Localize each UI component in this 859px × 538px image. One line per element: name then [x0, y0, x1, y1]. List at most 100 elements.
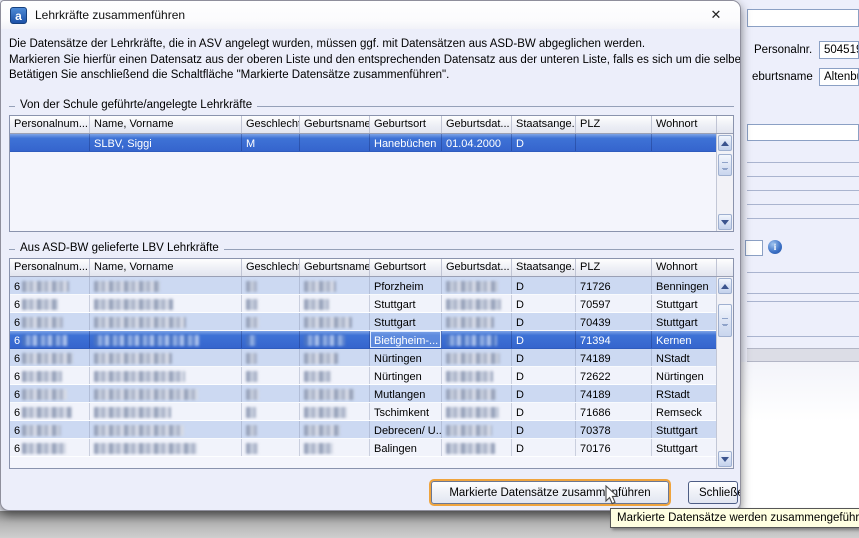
personalnr-field[interactable]: 504519: [819, 41, 859, 59]
form-divider: [747, 301, 859, 302]
column-header[interactable]: PLZ: [576, 116, 652, 133]
table-cell: D: [512, 295, 576, 312]
close-icon[interactable]: ✕: [707, 6, 725, 24]
column-header[interactable]: Staatsange...: [512, 259, 576, 276]
group-asdbw-teachers: Aus ASD-BW gelieferte LBV Lehrkräfte: [9, 243, 734, 255]
table-cell: [442, 385, 512, 402]
redacted-value: [22, 389, 67, 400]
column-header[interactable]: Geschlecht: [242, 116, 300, 133]
scroll-down-icon[interactable]: [718, 214, 732, 230]
table-cell: 71394: [576, 331, 652, 348]
table-row[interactable]: 6Debrecen/ U...D70378Stuttgart: [10, 421, 733, 439]
table-cell: [300, 331, 370, 348]
column-header[interactable]: Geburtsort: [370, 116, 442, 133]
background-input[interactable]: [747, 124, 859, 141]
background-checkbox[interactable]: [745, 240, 763, 256]
scrollbar[interactable]: [716, 134, 733, 231]
table-cell: 6: [10, 331, 90, 348]
geburtsname-field[interactable]: Altenbu: [819, 68, 859, 86]
table-cell: [10, 134, 90, 151]
table-cell: [442, 295, 512, 312]
table-cell: 6: [10, 367, 90, 384]
redacted-value: [22, 353, 73, 364]
merge-records-button[interactable]: Markierte Datensätze zusammenführen: [431, 481, 669, 504]
redacted-value: [304, 443, 333, 454]
redacted-value: [304, 389, 354, 400]
form-divider: [747, 176, 859, 177]
table-row[interactable]: SLBV, SiggiMHanebüchen01.04.2000D: [10, 134, 733, 152]
column-header[interactable]: Name, Vorname: [90, 116, 242, 133]
redacted-value: [446, 443, 495, 454]
table-cell: [90, 349, 242, 366]
table-row[interactable]: 6TschimkentD71686Remseck: [10, 403, 733, 421]
table-cell: [90, 331, 242, 348]
redacted-value: [22, 371, 62, 382]
background-input[interactable]: [747, 9, 859, 27]
dialog-titlebar[interactable]: a Lehrkräfte zusammenführen ✕: [1, 1, 740, 29]
table-cell: [90, 421, 242, 438]
table-cell: [90, 367, 242, 384]
redacted-value: [246, 281, 257, 292]
table-cell: [242, 403, 300, 420]
redacted-value: [246, 407, 256, 418]
redacted-value: [246, 389, 259, 400]
table-cell: [442, 439, 512, 456]
redacted-value: [94, 371, 185, 382]
asdbw-teachers-table: Personalnum...Name, VornameGeschlechtGeb…: [9, 258, 734, 469]
table-cell: [442, 403, 512, 420]
table-cell: Stuttgart: [370, 295, 442, 312]
info-icon[interactable]: i: [768, 240, 782, 254]
redacted-value: [446, 407, 499, 418]
table-cell: [442, 277, 512, 294]
column-header[interactable]: Geburtsort: [370, 259, 442, 276]
table-cell: Pforzheim: [370, 277, 442, 294]
scrollbar-thumb[interactable]: [718, 154, 732, 176]
table-cell: 6: [10, 403, 90, 420]
redacted-value: [446, 299, 501, 310]
table-row[interactable]: 6StuttgartD70439Stuttgart: [10, 313, 733, 331]
redacted-value: [246, 425, 257, 436]
column-header[interactable]: PLZ: [576, 259, 652, 276]
redacted-value: [94, 335, 199, 346]
table-cell: 72622: [576, 367, 652, 384]
table-cell: [242, 277, 300, 294]
table-cell: D: [512, 421, 576, 438]
table-cell: Kernen: [652, 331, 717, 348]
table-row[interactable]: 6BalingenD70176Stuttgart: [10, 439, 733, 457]
table-cell: D: [512, 385, 576, 402]
table-row[interactable]: 6MutlangenD74189RStadt: [10, 385, 733, 403]
table-cell: D: [512, 134, 576, 151]
column-header[interactable]: Staatsange...: [512, 116, 576, 133]
table-row[interactable]: 6StuttgartD70597Stuttgart: [10, 295, 733, 313]
column-header[interactable]: Wohnort: [652, 259, 717, 276]
column-header[interactable]: Name, Vorname: [90, 259, 242, 276]
table-cell: 01.04.2000: [442, 134, 512, 151]
table-cell: [300, 367, 370, 384]
scrollbar[interactable]: [716, 277, 733, 468]
scrollbar-thumb[interactable]: [718, 304, 732, 337]
table-cell: RStadt: [652, 385, 717, 402]
column-header[interactable]: Personalnum...: [10, 116, 90, 133]
table-row[interactable]: 6PforzheimD71726Benningen: [10, 277, 733, 295]
table-row[interactable]: 6NürtingenD72622Nürtingen: [10, 367, 733, 385]
column-header[interactable]: Personalnum...: [10, 259, 90, 276]
redacted-value: [94, 281, 160, 292]
column-header[interactable]: Geburtsdat...: [442, 116, 512, 133]
column-header[interactable]: Wohnort: [652, 116, 717, 133]
table-row[interactable]: 6Bietigheim-...D71394Kernen: [10, 331, 733, 349]
group-label: Aus ASD-BW gelieferte LBV Lehrkräfte: [20, 242, 219, 254]
column-header[interactable]: Geburtsname: [300, 259, 370, 276]
redacted-value: [22, 443, 66, 454]
redacted-value: [22, 317, 63, 328]
column-header[interactable]: Geschlecht: [242, 259, 300, 276]
scroll-up-icon[interactable]: [718, 135, 732, 151]
table-cell: D: [512, 331, 576, 348]
close-button[interactable]: Schließen: [688, 481, 738, 504]
scroll-down-icon[interactable]: [718, 451, 732, 467]
scroll-up-icon[interactable]: [718, 278, 732, 294]
merge-dialog: a Lehrkräfte zusammenführen ✕ Die Datens…: [0, 0, 741, 511]
column-header[interactable]: Geburtsdat...: [442, 259, 512, 276]
redacted-value: [446, 371, 493, 382]
column-header[interactable]: Geburtsname: [300, 116, 370, 133]
table-row[interactable]: 6NürtingenD74189NStadt: [10, 349, 733, 367]
